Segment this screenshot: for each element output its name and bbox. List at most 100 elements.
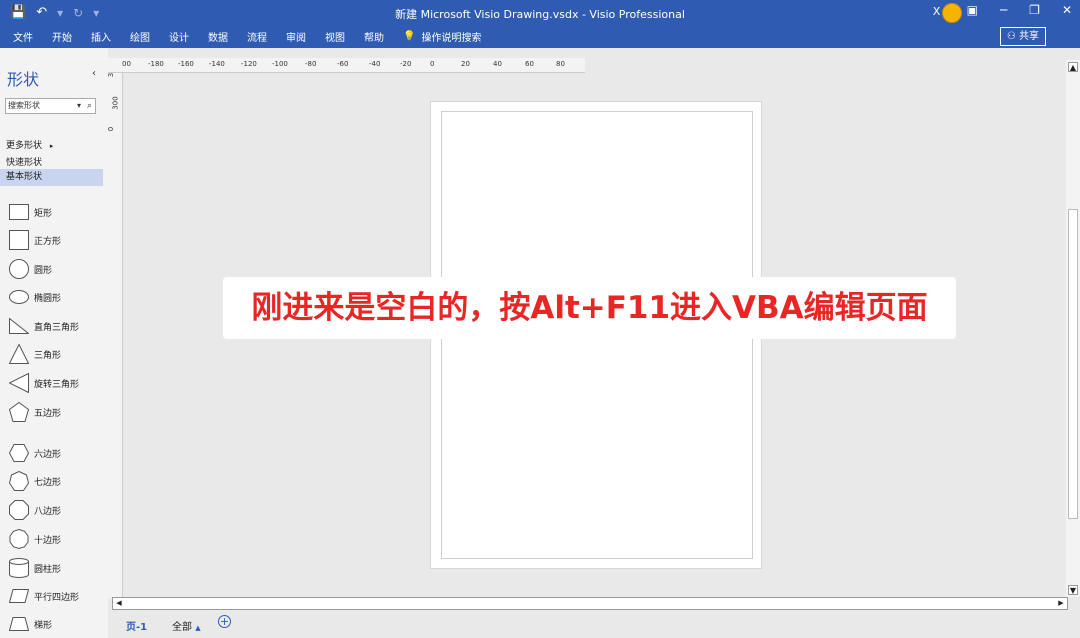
caret-up-icon: ▲ bbox=[195, 624, 201, 632]
tell-me-label: 操作说明搜索 bbox=[421, 33, 482, 44]
ruler-tick-label: -40 bbox=[369, 60, 381, 68]
ruler-tick-label: -60 bbox=[337, 60, 349, 68]
shape-right-triangle[interactable]: 直角三角形 bbox=[8, 315, 79, 337]
ruler-tick-label: -180 bbox=[148, 60, 164, 68]
horizontal-scrollbar[interactable]: ◀ ▶ bbox=[112, 597, 1068, 610]
shape-parallelogram[interactable]: 平行四边形 bbox=[8, 585, 79, 607]
ruler-tick-label: 0 bbox=[430, 60, 435, 68]
search-placeholder: 搜索形状 bbox=[8, 101, 40, 110]
ribbon-display-icon[interactable]: ▣ bbox=[967, 3, 978, 17]
shape-octagon[interactable]: 八边形 bbox=[8, 499, 61, 521]
shape-cylinder[interactable]: 圆柱形 bbox=[8, 557, 61, 579]
tab-draw[interactable]: 绘图 bbox=[130, 29, 150, 44]
shape-label: 圆柱形 bbox=[34, 564, 62, 575]
shape-label: 直角三角形 bbox=[34, 322, 80, 333]
ruler-tick-label: 300 bbox=[111, 96, 120, 110]
vertical-ruler: 3 300 0 bbox=[107, 72, 123, 598]
ruler-tick-label: 0 bbox=[107, 126, 116, 132]
tell-me-search[interactable]: 💡 操作说明搜索 bbox=[403, 29, 481, 44]
tab-insert[interactable]: 插入 bbox=[91, 29, 111, 44]
scroll-down-icon[interactable]: ▼ bbox=[1068, 585, 1078, 595]
ruler-tick-label: 60 bbox=[525, 60, 534, 68]
ruler-tick-label: 80 bbox=[556, 60, 565, 68]
shape-heptagon[interactable]: 七边形 bbox=[8, 470, 61, 492]
ruler-tick-label: -160 bbox=[178, 60, 194, 68]
rectangle-icon bbox=[8, 201, 30, 223]
circle-icon bbox=[8, 258, 30, 280]
share-button[interactable]: ⚇ 共享 bbox=[999, 27, 1046, 46]
shape-label: 十边形 bbox=[34, 535, 62, 546]
square-icon bbox=[8, 229, 30, 251]
scroll-up-icon[interactable]: ▲ bbox=[1068, 62, 1078, 72]
shape-square[interactable]: 正方形 bbox=[8, 229, 61, 251]
menu-list: 文件 开始 插入 绘图 设计 数据 流程 审阅 视图 帮助 💡 操作说明搜索 bbox=[13, 29, 481, 44]
shape-triangle[interactable]: 三角形 bbox=[8, 343, 61, 365]
tab-home[interactable]: 开始 bbox=[52, 29, 72, 44]
hexagon-icon bbox=[8, 442, 30, 464]
shape-label: 旋转三角形 bbox=[34, 379, 80, 390]
scroll-left-icon[interactable]: ◀ bbox=[114, 598, 124, 609]
all-pages-label: 全部 bbox=[172, 622, 192, 633]
shape-label: 矩形 bbox=[34, 208, 53, 219]
shape-label: 五边形 bbox=[34, 408, 62, 419]
ruler-tick-label: -80 bbox=[305, 60, 317, 68]
all-pages-button[interactable]: 全部 ▲ bbox=[172, 618, 201, 633]
ruler-tick-label: -20 bbox=[400, 60, 412, 68]
tab-review[interactable]: 审阅 bbox=[286, 29, 306, 44]
lightbulb-icon: 💡 bbox=[403, 31, 416, 42]
rotated-triangle-icon bbox=[8, 372, 30, 394]
shape-label: 三角形 bbox=[34, 350, 62, 361]
shape-circle[interactable]: 圆形 bbox=[8, 258, 52, 280]
search-shapes-input[interactable]: 搜索形状 ▾ ⌕ bbox=[5, 98, 96, 114]
shape-label: 平行四边形 bbox=[34, 592, 80, 603]
shapes-pane-title: 形状 bbox=[7, 70, 40, 89]
scroll-right-icon[interactable]: ▶ bbox=[1056, 598, 1066, 609]
quick-shapes[interactable]: 快速形状 bbox=[6, 155, 42, 168]
tab-design[interactable]: 设计 bbox=[169, 29, 189, 44]
basic-shapes-stencil[interactable]: 基本形状 bbox=[0, 169, 103, 186]
collapse-pane-icon[interactable]: ‹ bbox=[92, 68, 96, 79]
shape-pentagon[interactable]: 五边形 bbox=[8, 401, 61, 423]
tab-help[interactable]: 帮助 bbox=[364, 29, 384, 44]
decagon-icon bbox=[8, 528, 30, 550]
shape-rotated-triangle[interactable]: 旋转三角形 bbox=[8, 372, 79, 394]
horizontal-ruler: 00 -180 -160 -140 -120 -100 -80 -60 -40 … bbox=[108, 58, 585, 73]
tab-file[interactable]: 文件 bbox=[13, 29, 33, 44]
shape-trapezoid[interactable]: 梯形 bbox=[8, 613, 52, 635]
ellipse-icon bbox=[8, 286, 30, 308]
shape-hexagon[interactable]: 六边形 bbox=[8, 442, 61, 464]
ruler-tick-label: 20 bbox=[461, 60, 470, 68]
avatar[interactable] bbox=[942, 3, 962, 23]
window-title: 新建 Microsoft Visio Drawing.vsdx - Visio … bbox=[395, 8, 685, 21]
shape-label: 梯形 bbox=[34, 620, 53, 631]
more-shapes[interactable]: 更多形状 ▸ bbox=[6, 138, 53, 151]
shape-label: 圆形 bbox=[34, 265, 53, 276]
close-icon[interactable]: ✕ bbox=[1062, 3, 1072, 17]
more-shapes-label: 更多形状 bbox=[6, 141, 43, 151]
triangle-icon bbox=[8, 343, 30, 365]
minimize-icon[interactable]: ─ bbox=[1000, 3, 1007, 17]
ruler-tick-label: 40 bbox=[493, 60, 502, 68]
shape-rectangle[interactable]: 矩形 bbox=[8, 201, 52, 223]
search-options-icon[interactable]: ▾ bbox=[77, 99, 81, 113]
shape-label: 八边形 bbox=[34, 506, 62, 517]
cylinder-icon bbox=[8, 557, 30, 579]
instruction-overlay: 刚进来是空白的，按Alt+F11进入VBA编辑页面 bbox=[223, 277, 956, 339]
tab-process[interactable]: 流程 bbox=[247, 29, 267, 44]
restore-icon[interactable]: ❐ bbox=[1029, 3, 1040, 17]
shape-label: 六边形 bbox=[34, 449, 62, 460]
vertical-scrollbar[interactable]: ▲ ▼ bbox=[1066, 60, 1080, 597]
tab-page-1[interactable]: 页-1 bbox=[126, 618, 147, 633]
ruler-tick-label: -140 bbox=[209, 60, 225, 68]
tab-view[interactable]: 视图 bbox=[325, 29, 345, 44]
ruler-tick-label: -100 bbox=[272, 60, 288, 68]
ruler-tick-label: 00 bbox=[122, 60, 131, 68]
search-icon[interactable]: ⌕ bbox=[87, 99, 92, 113]
scroll-thumb[interactable] bbox=[1068, 209, 1078, 519]
shapes-pane: 形状 ‹ 搜索形状 ▾ ⌕ 更多形状 ▸ 快速形状 基本形状 矩形 正方形 圆形… bbox=[0, 48, 108, 638]
shape-decagon[interactable]: 十边形 bbox=[8, 528, 61, 550]
shape-ellipse[interactable]: 椭圆形 bbox=[8, 286, 61, 308]
tab-data[interactable]: 数据 bbox=[208, 29, 228, 44]
add-page-icon[interactable]: + bbox=[218, 615, 231, 628]
ruler-tick-label: 3 bbox=[107, 72, 116, 78]
